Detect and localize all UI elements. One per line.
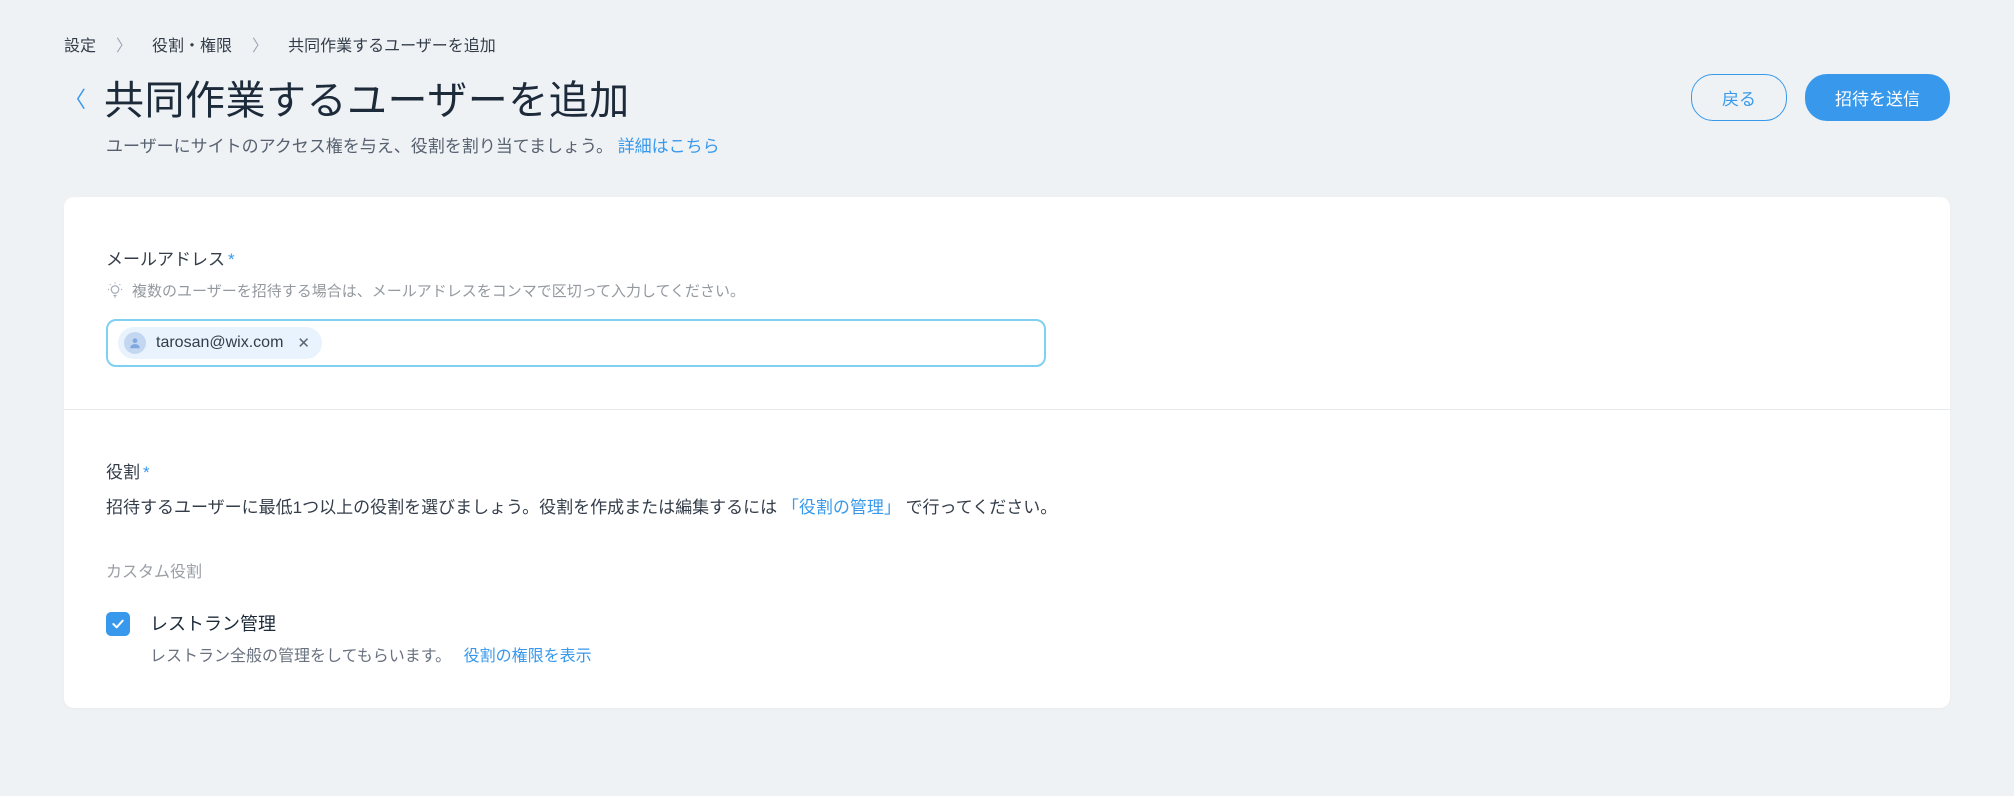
role-checkbox[interactable] <box>106 612 130 636</box>
email-label: メールアドレス* <box>106 245 1908 270</box>
learn-more-link[interactable]: 詳細はこちら <box>618 137 720 156</box>
role-description-text: 招待するユーザーに最低1つ以上の役割を選びましょう。役割を作成または編集するには… <box>106 493 1908 518</box>
back-button[interactable]: 戻る <box>1691 74 1787 121</box>
role-label: 役割* <box>106 458 1908 483</box>
lightbulb-icon <box>106 282 124 300</box>
page-subtitle: ユーザーにサイトのアクセス権を与え、役割を割り当てましょう。 詳細はこちら <box>106 132 1950 157</box>
email-chip: tarosan@wix.com ✕ <box>118 327 322 359</box>
breadcrumb-item-add-collaborator: 共同作業するユーザーを追加 <box>288 32 496 56</box>
avatar-icon <box>124 332 146 354</box>
send-invite-button[interactable]: 招待を送信 <box>1805 74 1950 121</box>
chevron-right-icon: 〉 <box>116 32 132 56</box>
remove-chip-icon[interactable]: ✕ <box>297 334 310 352</box>
breadcrumb-item-roles[interactable]: 役割・権限 <box>152 32 232 56</box>
manage-roles-link[interactable]: 「役割の管理」 <box>782 498 901 517</box>
role-item-description: レストラン全般の管理をしてもらいます。 役割の権限を表示 <box>150 642 1908 666</box>
page-title: 共同作業するユーザーを追加 <box>104 68 630 126</box>
main-card: メールアドレス* 複数のユーザーを招待する場合は、メールアドレスをコ <box>64 197 1950 708</box>
chevron-right-icon: 〉 <box>252 32 268 56</box>
breadcrumb: 設定 〉 役割・権限 〉 共同作業するユーザーを追加 <box>64 32 1950 56</box>
custom-role-label: カスタム役割 <box>106 558 1908 582</box>
role-title: レストラン管理 <box>150 610 1908 636</box>
breadcrumb-item-settings[interactable]: 設定 <box>64 32 96 56</box>
email-chip-text: tarosan@wix.com <box>156 334 283 352</box>
email-helper: 複数のユーザーを招待する場合は、メールアドレスをコンマで区切って入力してください… <box>106 280 1908 301</box>
role-item: レストラン管理 レストラン全般の管理をしてもらいます。 役割の権限を表示 <box>106 610 1908 666</box>
back-arrow-icon[interactable]: 〈 <box>64 82 86 114</box>
role-section: 役割* 招待するユーザーに最低1つ以上の役割を選びましょう。役割を作成または編集… <box>64 409 1950 708</box>
email-section: メールアドレス* 複数のユーザーを招待する場合は、メールアドレスをコ <box>64 197 1950 409</box>
email-input[interactable]: tarosan@wix.com ✕ <box>106 319 1046 367</box>
show-permissions-link[interactable]: 役割の権限を表示 <box>464 648 592 665</box>
